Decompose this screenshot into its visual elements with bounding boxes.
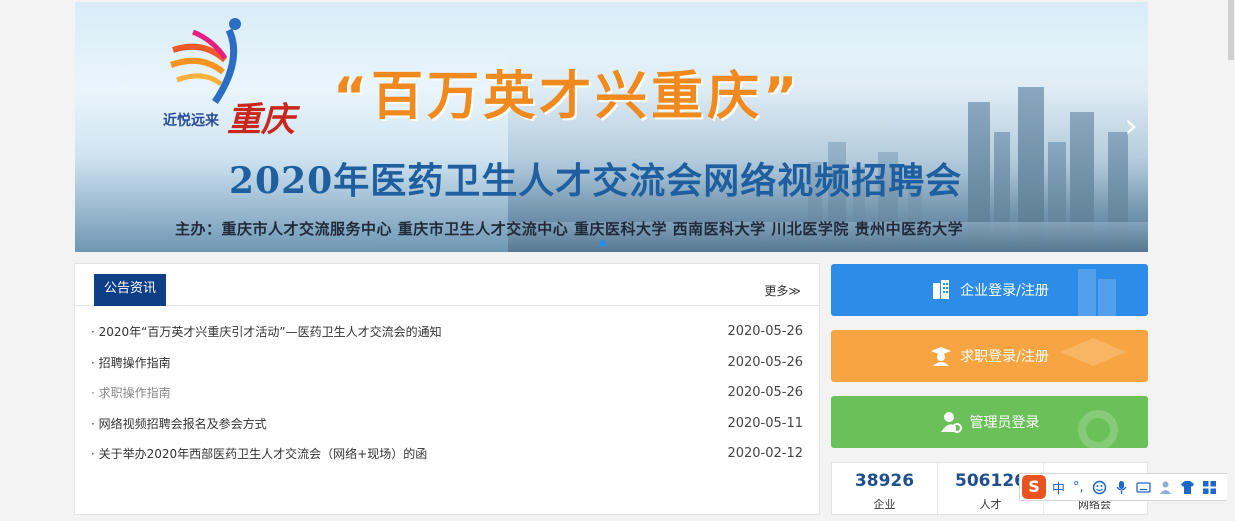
notice-title[interactable]: · 网络视频招聘会报名及参会方式 bbox=[91, 414, 267, 434]
list-item[interactable]: · 求职操作指南 2020-05-26 bbox=[91, 383, 803, 414]
logo-slogan: 近悦远来 bbox=[163, 113, 219, 129]
notice-title[interactable]: · 关于举办2020年西部医药卫生人才交流会（网络+现场）的函 bbox=[91, 444, 427, 464]
tshirt-icon[interactable] bbox=[1180, 480, 1195, 495]
banner-carousel[interactable]: 近悦远来 重庆 “百万英才兴重庆” 2020年医药卫生人才交流会网络视频招聘会 … bbox=[75, 2, 1148, 252]
chongqing-logo-icon bbox=[169, 18, 241, 104]
list-item[interactable]: · 关于举办2020年西部医药卫生人才交流会（网络+现场）的函 2020-02-… bbox=[91, 444, 803, 475]
notice-date: 2020-02-12 bbox=[727, 446, 803, 461]
banner-organizers: 主办：重庆市人才交流服务中心 重庆市卫生人才交流中心 重庆医科大学 西南医科大学… bbox=[175, 220, 964, 238]
building-icon bbox=[933, 280, 950, 299]
ime-toolbar[interactable]: S 中 °, bbox=[1019, 473, 1228, 501]
user-skin-icon[interactable] bbox=[1158, 480, 1173, 495]
gear-watermark-icon bbox=[1078, 410, 1118, 448]
jobseeker-login-label: 求职登录/注册 bbox=[960, 349, 1049, 365]
carousel-next-arrow-icon[interactable]: › bbox=[1120, 108, 1142, 144]
keyboard-icon[interactable] bbox=[1136, 480, 1151, 495]
ime-punctuation-toggle[interactable]: °, bbox=[1073, 480, 1084, 495]
vertical-scrollbar[interactable] bbox=[1227, 0, 1235, 521]
banner-slogan: “百万英才兴重庆” bbox=[333, 67, 802, 127]
microphone-icon[interactable] bbox=[1114, 480, 1129, 495]
admin-login-button[interactable]: 管理员登录 bbox=[831, 396, 1148, 448]
enterprise-login-button[interactable]: 企业登录/注册 bbox=[831, 264, 1148, 316]
stat-label: 企业 bbox=[873, 498, 896, 511]
carousel-indicator[interactable] bbox=[599, 232, 606, 251]
notice-title[interactable]: · 2020年“百万英才兴重庆引才活动”—医药卫生人才交流会的通知 bbox=[91, 322, 442, 342]
grid-menu-icon[interactable] bbox=[1202, 480, 1217, 495]
notice-date: 2020-05-26 bbox=[727, 354, 803, 370]
notice-tab[interactable]: 公告资讯 bbox=[94, 274, 166, 306]
ime-language-toggle[interactable]: 中 bbox=[1052, 478, 1065, 497]
list-item[interactable]: · 网络视频招聘会报名及参会方式 2020-05-11 bbox=[91, 414, 803, 445]
admin-user-icon bbox=[940, 412, 962, 433]
carousel-dot[interactable] bbox=[599, 240, 606, 247]
enterprise-login-label: 企业登录/注册 bbox=[960, 283, 1049, 299]
scrollbar-thumb[interactable] bbox=[1228, 0, 1234, 60]
logo-city: 重庆 bbox=[227, 100, 295, 140]
emoji-icon[interactable] bbox=[1092, 480, 1107, 495]
notice-date: 2020-05-26 bbox=[727, 385, 803, 400]
notice-list: · 2020年“百万英才兴重庆引才活动”—医药卫生人才交流会的通知 2020-0… bbox=[91, 322, 803, 475]
more-link[interactable]: 更多≫ bbox=[764, 282, 801, 299]
sogou-logo-icon[interactable]: S bbox=[1022, 475, 1046, 499]
notice-header: 公告资讯 更多≫ bbox=[75, 264, 819, 306]
stat-enterprise: 38926 企业 bbox=[832, 463, 937, 516]
banner-title: 2020年医药卫生人才交流会网络视频招聘会 bbox=[229, 160, 963, 202]
list-item[interactable]: · 2020年“百万英才兴重庆引才活动”—医药卫生人才交流会的通知 2020-0… bbox=[91, 322, 803, 353]
notice-title[interactable]: · 求职操作指南 bbox=[91, 383, 171, 403]
notice-date: 2020-05-11 bbox=[727, 415, 803, 431]
jobseeker-login-button[interactable]: 求职登录/注册 bbox=[831, 330, 1148, 382]
stat-value: 38926 bbox=[854, 471, 915, 491]
graduate-icon bbox=[931, 347, 952, 366]
notice-title[interactable]: · 招聘操作指南 bbox=[91, 353, 171, 373]
admin-login-label: 管理员登录 bbox=[969, 415, 1040, 431]
list-item[interactable]: · 招聘操作指南 2020-05-26 bbox=[91, 353, 803, 384]
building-watermark-icon bbox=[1078, 269, 1116, 316]
graduate-cap-watermark-icon bbox=[1060, 338, 1126, 366]
notice-date: 2020-05-26 bbox=[727, 324, 803, 339]
notice-panel: 公告资讯 更多≫ · 2020年“百万英才兴重庆引才活动”—医药卫生人才交流会的… bbox=[74, 263, 820, 515]
